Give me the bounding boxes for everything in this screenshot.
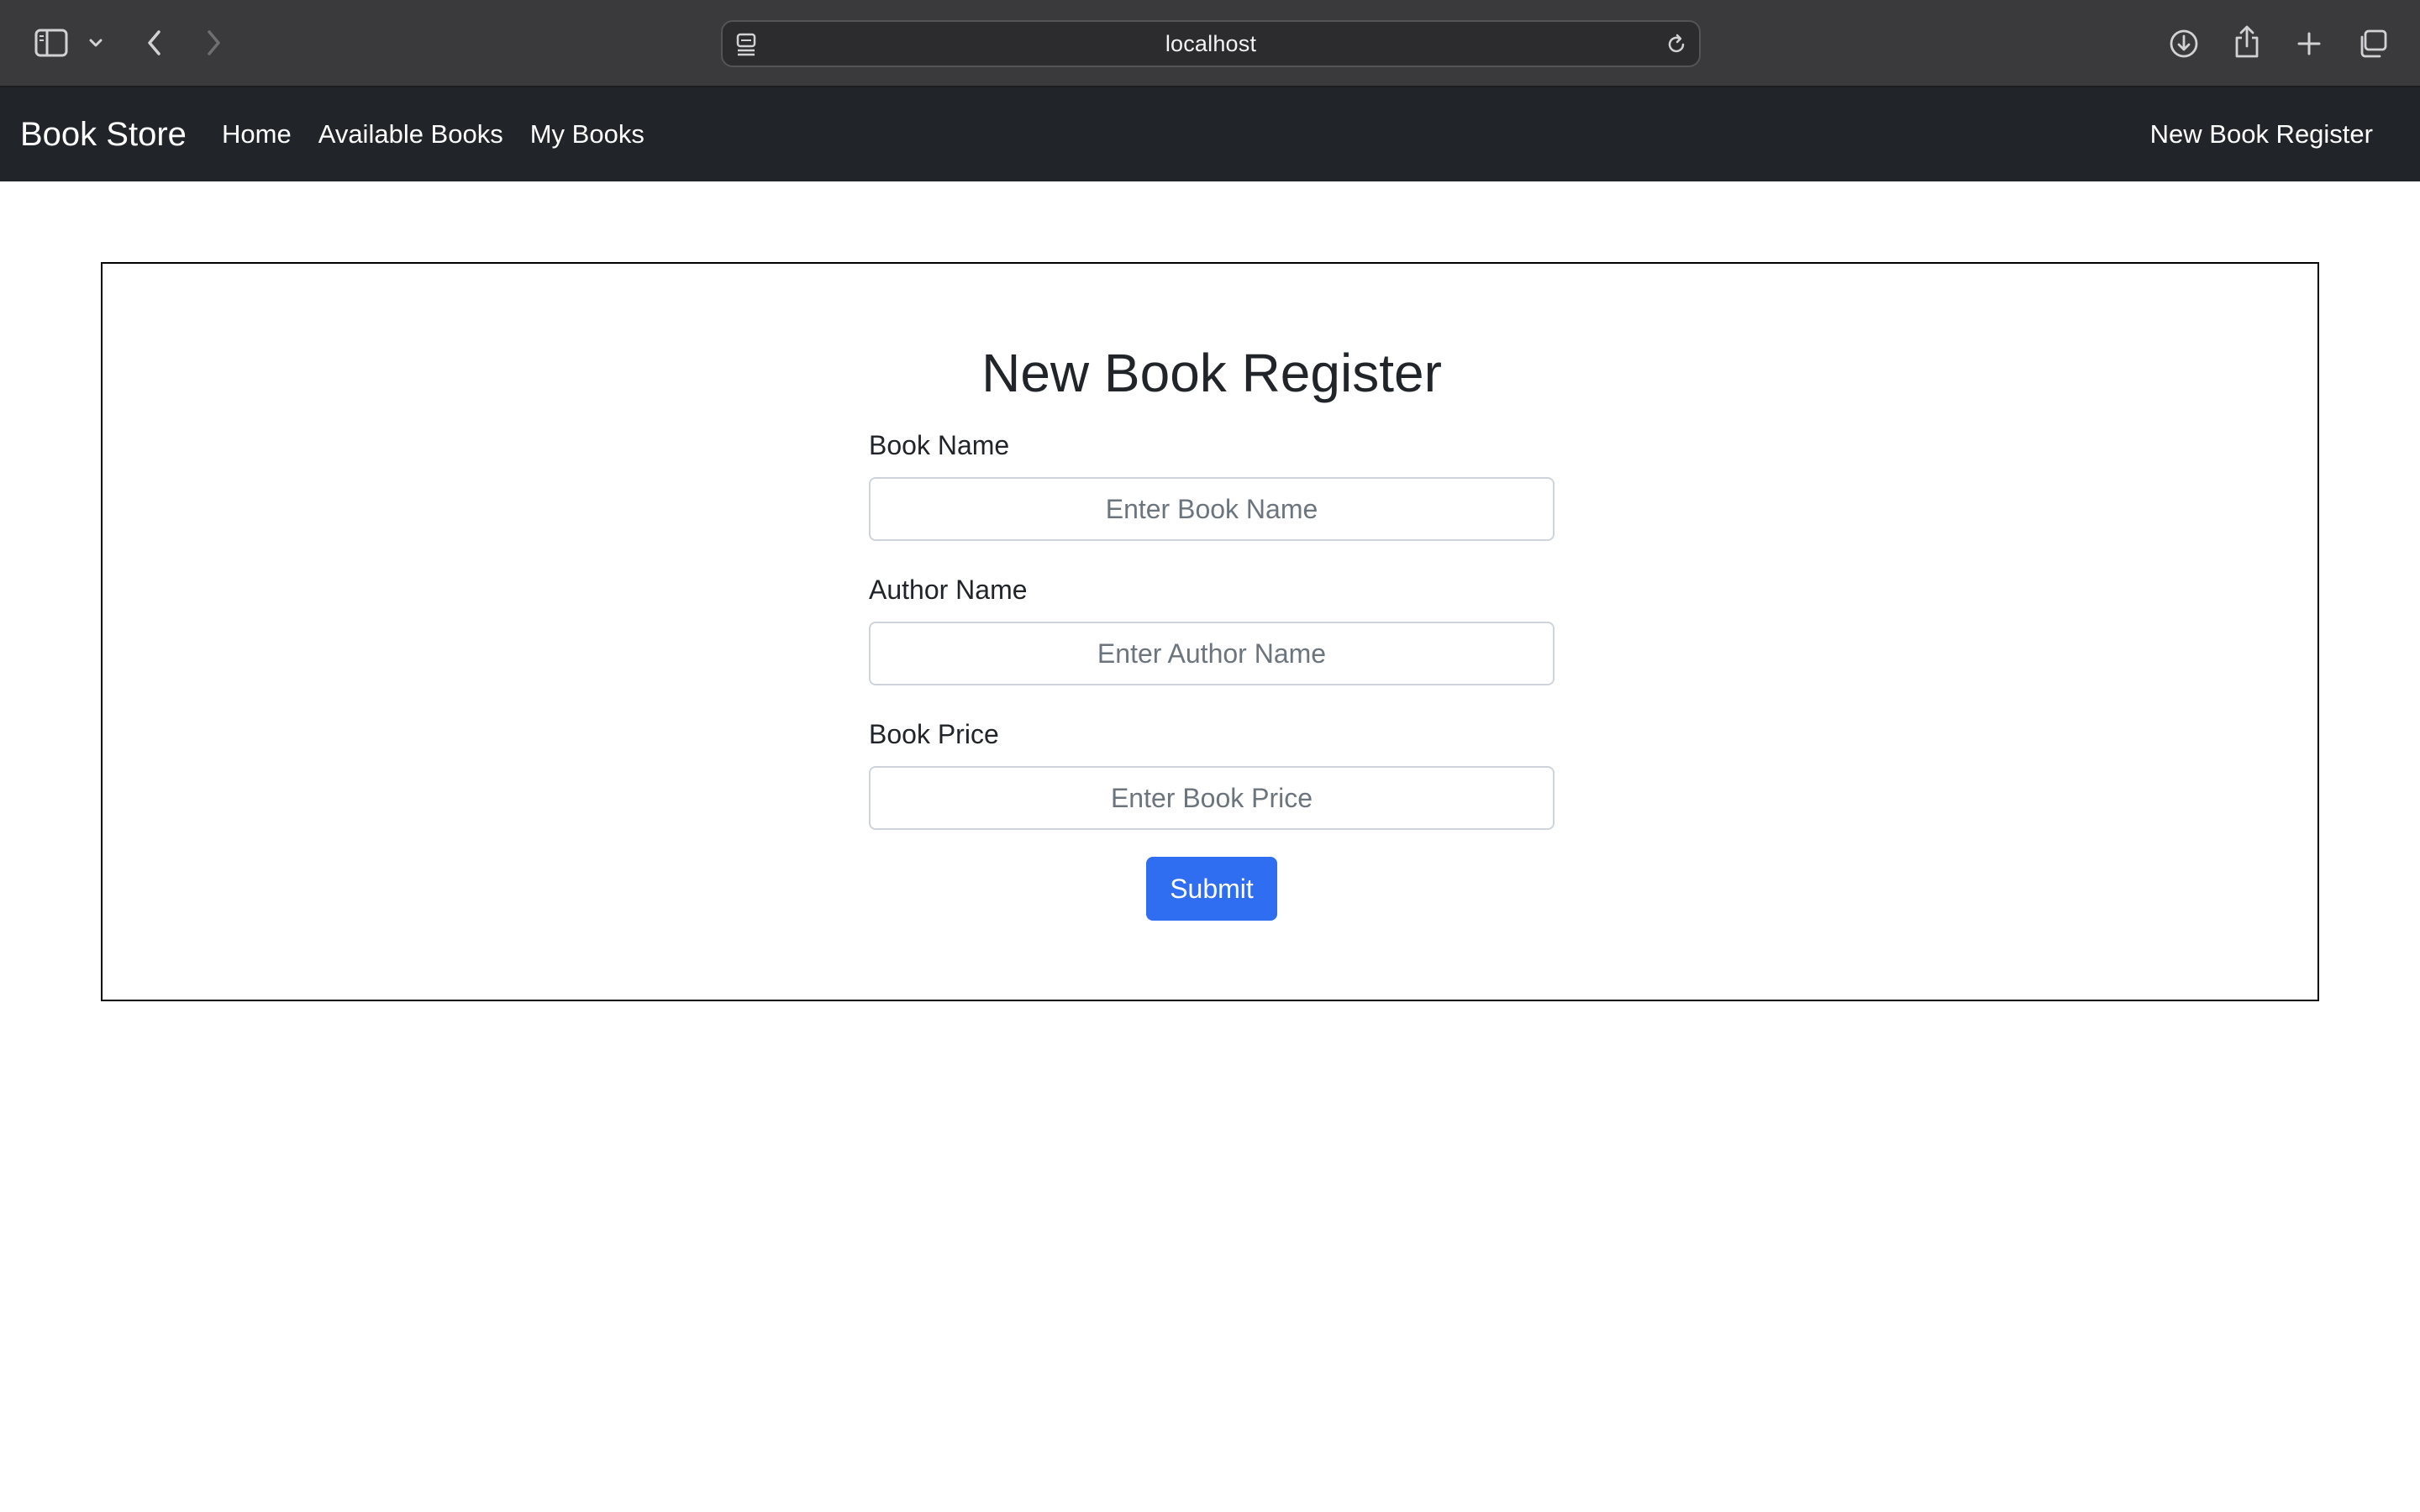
book-name-input[interactable]	[869, 477, 1555, 541]
nav-link-my-books[interactable]: My Books	[530, 119, 644, 150]
tab-group-menu-button[interactable]	[86, 30, 106, 55]
reload-icon[interactable]	[1662, 30, 1691, 59]
author-name-input[interactable]	[869, 622, 1555, 685]
share-icon	[2233, 24, 2261, 60]
new-tab-button[interactable]	[2291, 25, 2328, 62]
sidebar-icon	[34, 29, 68, 57]
back-button[interactable]	[139, 25, 170, 60]
nav-link-home[interactable]: Home	[222, 119, 292, 150]
author-name-label: Author Name	[869, 575, 1028, 605]
plus-icon	[2296, 30, 2323, 57]
book-price-input[interactable]	[869, 766, 1555, 830]
book-price-label: Book Price	[869, 719, 999, 749]
browser-toolbar: localhost	[0, 0, 2420, 87]
tabs-overview-icon	[2356, 29, 2388, 59]
chevron-left-icon	[145, 29, 164, 57]
site-navbar: Book Store Home Available Books My Books…	[0, 87, 2420, 181]
chevron-right-icon	[204, 29, 223, 57]
forward-button[interactable]	[198, 25, 229, 60]
download-icon	[2168, 28, 2200, 60]
address-bar[interactable]: localhost	[721, 20, 1701, 67]
submit-button[interactable]: Submit	[1146, 857, 1277, 921]
page-title: New Book Register	[981, 343, 1442, 403]
downloads-button[interactable]	[2165, 25, 2203, 62]
tab-overview-button[interactable]	[2353, 25, 2391, 62]
brand-link[interactable]: Book Store	[20, 87, 187, 181]
register-form-card: New Book Register Book Name Author Name …	[101, 262, 2319, 1001]
url-text: localhost	[1165, 30, 1257, 56]
nav-link-new-book-register[interactable]: New Book Register	[2150, 87, 2373, 181]
nav-links: Home Available Books My Books	[222, 87, 671, 181]
share-button[interactable]	[2228, 22, 2265, 62]
book-name-label: Book Name	[869, 430, 1010, 460]
sidebar-toggle-button[interactable]	[32, 25, 71, 60]
chevron-down-icon	[88, 38, 103, 48]
nav-link-available-books[interactable]: Available Books	[318, 119, 503, 150]
